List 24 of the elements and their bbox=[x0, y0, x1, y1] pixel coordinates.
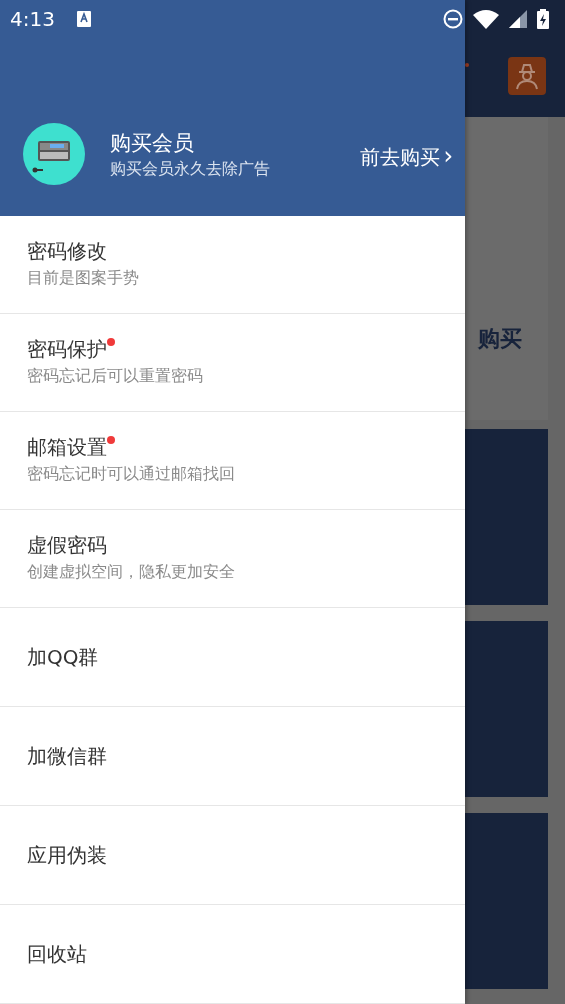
menu-item-title: 密码保护 bbox=[27, 336, 107, 363]
menu-item-title: 应用伪装 bbox=[27, 842, 107, 869]
status-time: 4:13 bbox=[10, 7, 55, 31]
menu-item-subtitle: 密码忘记时可以通过邮箱找回 bbox=[27, 463, 236, 485]
do-not-disturb-icon bbox=[443, 9, 463, 29]
wifi-icon bbox=[473, 9, 499, 29]
menu-item-title: 回收站 bbox=[27, 941, 87, 968]
safe-icon bbox=[23, 123, 85, 185]
buy-link[interactable]: 前去购买› bbox=[360, 141, 453, 171]
menu-item-title: 密码修改 bbox=[27, 238, 107, 265]
battery-icon bbox=[537, 9, 549, 29]
menu-item-subtitle: 密码忘记后可以重置密码 bbox=[27, 365, 204, 387]
membership-title: 购买会员 bbox=[110, 130, 195, 157]
membership-subtitle: 购买会员永久去除广告 bbox=[110, 158, 271, 180]
menu-item-title: 虚假密码 bbox=[27, 532, 107, 559]
spy-icon[interactable] bbox=[508, 57, 546, 95]
buy-text: 购买 bbox=[478, 324, 522, 353]
notification-dot bbox=[465, 63, 469, 67]
menu-item-title: 加微信群 bbox=[27, 743, 107, 770]
menu-item-subtitle: 目前是图案手势 bbox=[27, 267, 140, 289]
menu-item-subtitle: 创建虚拟空间，隐私更加安全 bbox=[27, 561, 236, 583]
menu-item-title: 加QQ群 bbox=[27, 644, 99, 671]
signal-icon bbox=[509, 10, 527, 28]
menu-item-title: 邮箱设置 bbox=[27, 434, 107, 461]
